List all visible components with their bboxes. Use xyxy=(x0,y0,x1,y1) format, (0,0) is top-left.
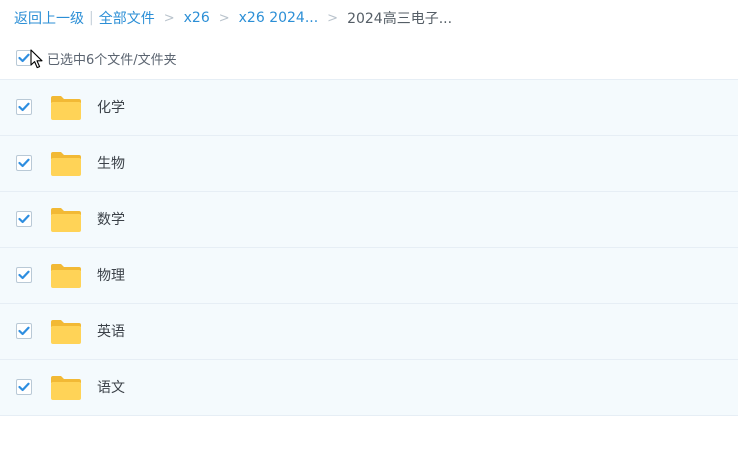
breadcrumb: 返回上一级 | 全部文件 > x26 > x26 2024... > 2024高… xyxy=(14,8,452,28)
file-name[interactable]: 英语 xyxy=(97,322,125,342)
all-files-link[interactable]: 全部文件 xyxy=(99,8,155,28)
breadcrumb-current: 2024高三电子... xyxy=(347,11,453,27)
file-name[interactable]: 语文 xyxy=(97,378,125,398)
file-row[interactable]: 英语 xyxy=(0,303,738,359)
file-row[interactable]: 数学 xyxy=(0,191,738,247)
checkmark-icon xyxy=(18,214,30,224)
checkmark-icon xyxy=(18,158,30,168)
folder-icon xyxy=(51,152,81,176)
checkmark-icon xyxy=(18,382,30,392)
file-row[interactable]: 物理 xyxy=(0,247,738,303)
breadcrumb-separator: > xyxy=(327,10,339,26)
file-row[interactable]: 化学 xyxy=(0,79,738,135)
row-checkbox[interactable] xyxy=(16,99,32,115)
folder-icon xyxy=(51,376,81,400)
folder-icon xyxy=(51,264,81,288)
breadcrumb-separator: > xyxy=(163,10,175,26)
breadcrumb-separator: > xyxy=(218,10,230,26)
file-list: 化学 生物 数学 物理 英语 语文 xyxy=(0,79,738,416)
checkmark-icon xyxy=(18,270,30,280)
checkmark-icon xyxy=(18,102,30,112)
row-checkbox[interactable] xyxy=(16,379,32,395)
checkmark-icon xyxy=(18,326,30,336)
breadcrumb-link-x26[interactable]: x26 xyxy=(184,10,210,26)
mouse-pointer-icon xyxy=(30,49,43,69)
checkmark-icon xyxy=(18,53,30,63)
row-checkbox[interactable] xyxy=(16,267,32,283)
row-checkbox[interactable] xyxy=(16,155,32,171)
file-name[interactable]: 物理 xyxy=(97,266,125,286)
file-name[interactable]: 化学 xyxy=(97,98,125,118)
breadcrumb-link-x26-2024[interactable]: x26 2024... xyxy=(239,10,319,26)
folder-icon xyxy=(51,96,81,120)
selection-count-label: 已选中6个文件/文件夹 xyxy=(47,52,177,68)
row-checkbox[interactable] xyxy=(16,323,32,339)
file-name[interactable]: 生物 xyxy=(97,154,125,174)
breadcrumb-divider: | xyxy=(89,10,94,26)
row-checkbox[interactable] xyxy=(16,211,32,227)
file-row[interactable]: 生物 xyxy=(0,135,738,191)
back-link[interactable]: 返回上一级 xyxy=(14,8,84,28)
folder-icon xyxy=(51,320,81,344)
file-row[interactable]: 语文 xyxy=(0,359,738,416)
folder-icon xyxy=(51,208,81,232)
file-name[interactable]: 数学 xyxy=(97,210,125,230)
